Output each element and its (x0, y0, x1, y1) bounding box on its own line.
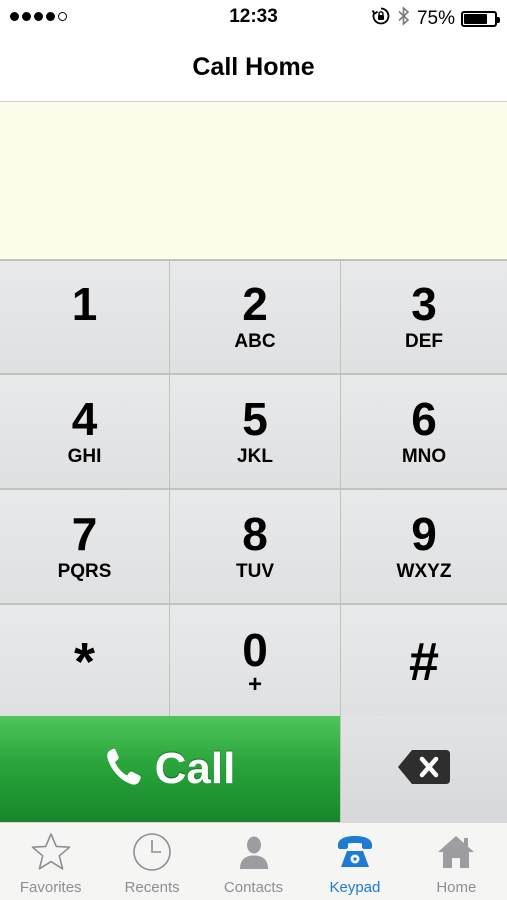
key-digit: # (408, 631, 440, 692)
navigation-bar: Call Home (0, 34, 507, 102)
key-8[interactable]: 8 TUV (170, 490, 340, 603)
key-letters: JKL (237, 445, 273, 467)
key-star[interactable]: * (0, 605, 169, 718)
keypad-phone-icon (333, 831, 377, 873)
battery-tip (497, 17, 500, 23)
tab-favorites[interactable]: Favorites (0, 823, 101, 900)
key-letters: ABC (234, 331, 276, 352)
battery-icon (461, 11, 500, 27)
key-1[interactable]: 1 (0, 261, 169, 373)
key-letters: GHI (67, 445, 102, 467)
key-digit: * (73, 631, 95, 692)
key-6[interactable]: 6 MNO (341, 375, 507, 488)
action-row: Call (0, 716, 507, 822)
rotation-lock-icon (371, 6, 391, 32)
tab-label: Recents (124, 879, 180, 896)
tab-label: Keypad (329, 879, 381, 896)
key-digit: 6 (411, 392, 437, 445)
key-digit: 3 (411, 278, 437, 330)
delete-button[interactable] (340, 716, 507, 822)
key-7[interactable]: 7 PQRS (0, 490, 169, 603)
key-letters: MNO (401, 445, 447, 467)
clock-icon (130, 831, 174, 873)
backspace-icon (396, 748, 452, 791)
key-2[interactable]: 2 ABC (170, 261, 340, 373)
battery-level (464, 14, 487, 24)
key-4[interactable]: 4 GHI (0, 375, 169, 488)
tab-home[interactable]: Home (406, 823, 507, 900)
key-digit: 1 (71, 278, 98, 330)
call-label: Call (154, 744, 236, 793)
bluetooth-icon (397, 6, 411, 32)
key-digit: 9 (411, 507, 437, 560)
tab-keypad[interactable]: Keypad (304, 823, 405, 900)
key-digit: 4 (71, 392, 98, 445)
key-digit: 7 (71, 507, 98, 560)
key-3[interactable]: 3 DEF (341, 261, 507, 373)
key-5[interactable]: 5 JKL (170, 375, 340, 488)
contact-icon (232, 831, 276, 873)
tab-label: Home (436, 879, 477, 896)
star-icon (29, 831, 73, 873)
battery-percent: 75% (416, 8, 455, 29)
key-letters: PQRS (57, 560, 112, 582)
page-title: Call Home (192, 53, 315, 81)
number-display (0, 102, 507, 259)
key-0[interactable]: 0 + (170, 605, 340, 718)
home-icon (434, 831, 478, 873)
tab-bar: Favorites Recents Contacts Keypad Home (0, 822, 507, 900)
key-letters: WXYZ (396, 560, 452, 582)
phone-icon (105, 747, 143, 792)
key-hash[interactable]: # (341, 605, 507, 718)
key-digit: 5 (242, 392, 268, 445)
status-bar: 12:33 75% (0, 0, 507, 34)
tab-contacts[interactable]: Contacts (203, 823, 304, 900)
key-letters: DEF (405, 331, 443, 352)
tab-label: Contacts (223, 879, 284, 896)
key-letters: TUV (236, 560, 274, 582)
status-indicators: 75% (371, 6, 500, 32)
key-9[interactable]: 9 WXYZ (341, 490, 507, 603)
tab-recents[interactable]: Recents (101, 823, 202, 900)
key-digit: 8 (242, 507, 268, 560)
call-button[interactable]: Call (0, 716, 340, 822)
key-digit: 0 (242, 623, 268, 676)
keypad: 1 2 ABC 3 DEF 4 GHI 5 JKL 6 MNO 7 PQRS 8… (0, 259, 507, 718)
key-digit: 2 (242, 278, 268, 330)
tab-label: Favorites (19, 879, 82, 896)
key-letters: + (247, 670, 262, 698)
